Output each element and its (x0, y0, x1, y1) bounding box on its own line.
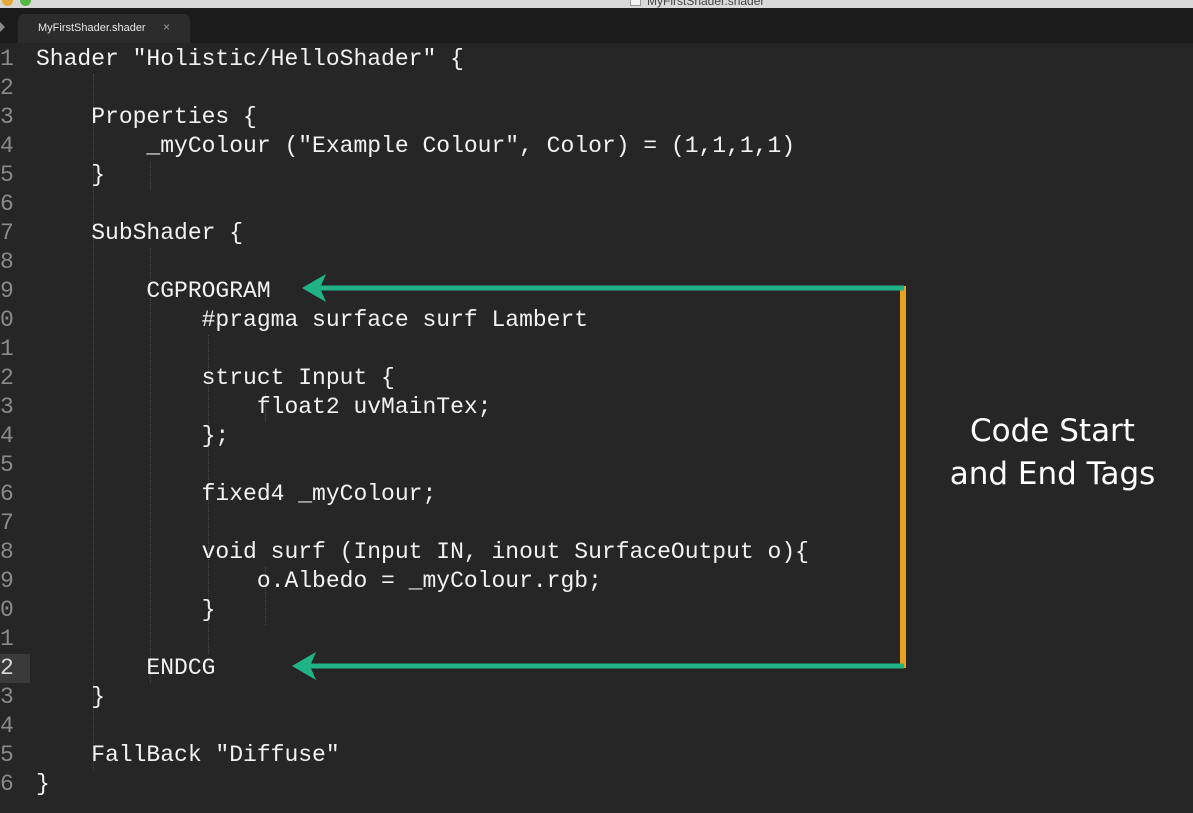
annotation-line-2: and End Tags (949, 456, 1156, 492)
annotation-label: Code Start and End Tags (930, 410, 1175, 496)
annotation-line-1: Code Start (970, 413, 1135, 449)
annotation-overlay (292, 274, 906, 680)
